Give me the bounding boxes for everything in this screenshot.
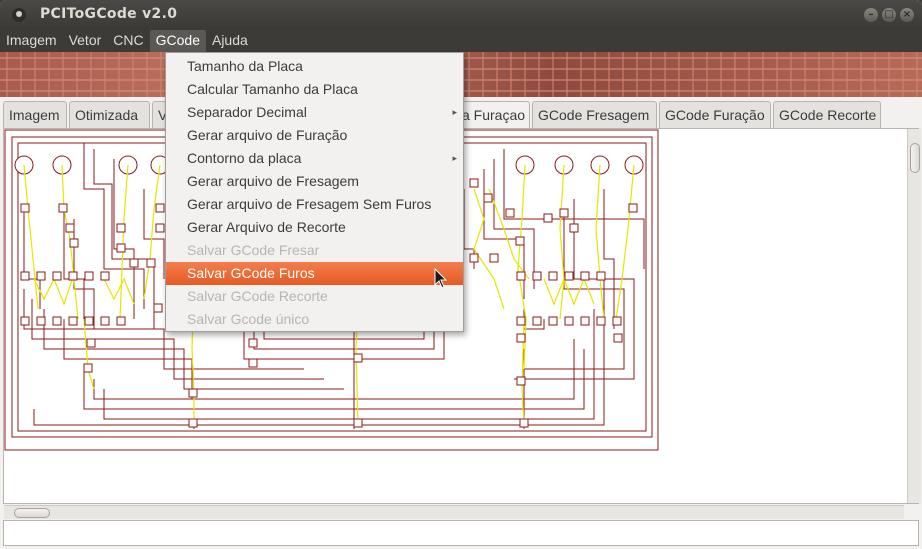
menu-item-gerar-furacao[interactable]: Gerar arquivo de Furação — [166, 124, 463, 147]
window-controls: – □ × — [864, 8, 914, 22]
menu-item-tamanho-placa[interactable]: Tamanho da Placa — [166, 55, 463, 78]
tab-furacao[interactable]: a Furaçao — [461, 101, 530, 129]
menu-item-label: Tamanho da Placa — [187, 58, 303, 74]
menu-item-salvar-furos[interactable]: Salvar GCode Furos — [166, 262, 463, 285]
submenu-arrow-icon: ▸ — [452, 107, 457, 117]
title-bar: PCIToGCode v2.0 – □ × — [0, 0, 922, 30]
menu-ajuda[interactable]: Ajuda — [206, 30, 254, 52]
menu-item-label: Contorno da placa — [187, 150, 302, 166]
mouse-pointer-icon — [434, 268, 448, 289]
tab-imagem[interactable]: Imagem — [3, 101, 67, 128]
menu-item-label: Gerar arquivo de Fresagem Sem Furos — [187, 196, 432, 212]
menu-vetor[interactable]: Vetor — [63, 30, 108, 52]
menu-item-label: Gerar arquivo de Fresagem — [187, 173, 359, 189]
menu-item-label: Salvar GCode Fresar — [187, 242, 320, 258]
tab-gcode-recorte[interactable]: GCode Recorte — [773, 101, 881, 128]
tab-otimizada[interactable]: Otimizada — [69, 101, 150, 128]
menu-gcode[interactable]: GCode — [149, 30, 206, 52]
tab-gcode-furacao[interactable]: GCode Furação — [659, 101, 771, 128]
horizontal-scroll-thumb[interactable] — [14, 508, 50, 518]
menu-item-label: Salvar GCode Furos — [187, 265, 315, 281]
app-icon — [12, 8, 26, 22]
status-bar — [3, 520, 919, 546]
close-icon[interactable]: × — [900, 8, 914, 22]
horizontal-scrollbar[interactable] — [4, 505, 904, 519]
menu-item-label: Separador Decimal — [187, 104, 307, 120]
vertical-scroll-thumb[interactable] — [910, 143, 920, 173]
menu-item-label: Salvar GCode Recorte — [187, 288, 328, 304]
menu-item-gerar-recorte[interactable]: Gerar Arquivo de Recorte — [166, 216, 463, 239]
vertical-scrollbar[interactable] — [907, 129, 921, 503]
menu-item-salvar-recorte: Salvar GCode Recorte — [166, 285, 463, 308]
menu-item-label: Gerar arquivo de Furação — [187, 127, 348, 143]
menu-item-contorno-placa[interactable]: Contorno da placa ▸ — [166, 147, 463, 170]
menu-item-salvar-fresar: Salvar GCode Fresar — [166, 239, 463, 262]
menu-imagem[interactable]: Imagem — [0, 30, 63, 52]
menu-cnc[interactable]: CNC — [107, 30, 149, 52]
minimize-icon[interactable]: – — [864, 8, 878, 22]
menu-item-label: Calcular Tamanho da Placa — [187, 81, 358, 97]
maximize-icon[interactable]: □ — [882, 8, 896, 22]
menu-item-gerar-fresagem-sem-furos[interactable]: Gerar arquivo de Fresagem Sem Furos — [166, 193, 463, 216]
tab-gcode-fresagem[interactable]: GCode Fresagem — [532, 101, 657, 128]
menu-item-calcular-tamanho[interactable]: Calcular Tamanho da Placa — [166, 78, 463, 101]
menu-item-salvar-gcode-unico: Salvar Gcode único — [166, 308, 463, 331]
menu-item-separador-decimal[interactable]: Separador Decimal ▸ — [166, 101, 463, 124]
menu-item-gerar-fresagem[interactable]: Gerar arquivo de Fresagem — [166, 170, 463, 193]
app-window: PCIToGCode v2.0 – □ × Imagem Vetor CNC G… — [0, 0, 922, 549]
menu-item-label: Salvar Gcode único — [187, 311, 310, 327]
window-title: PCIToGCode v2.0 — [40, 6, 178, 22]
submenu-arrow-icon: ▸ — [452, 153, 457, 163]
menu-item-label: Gerar Arquivo de Recorte — [187, 219, 346, 235]
gcode-menu-dropdown: Tamanho da Placa Calcular Tamanho da Pla… — [165, 52, 464, 332]
menu-bar: Imagem Vetor CNC GCode Ajuda — [0, 30, 922, 52]
